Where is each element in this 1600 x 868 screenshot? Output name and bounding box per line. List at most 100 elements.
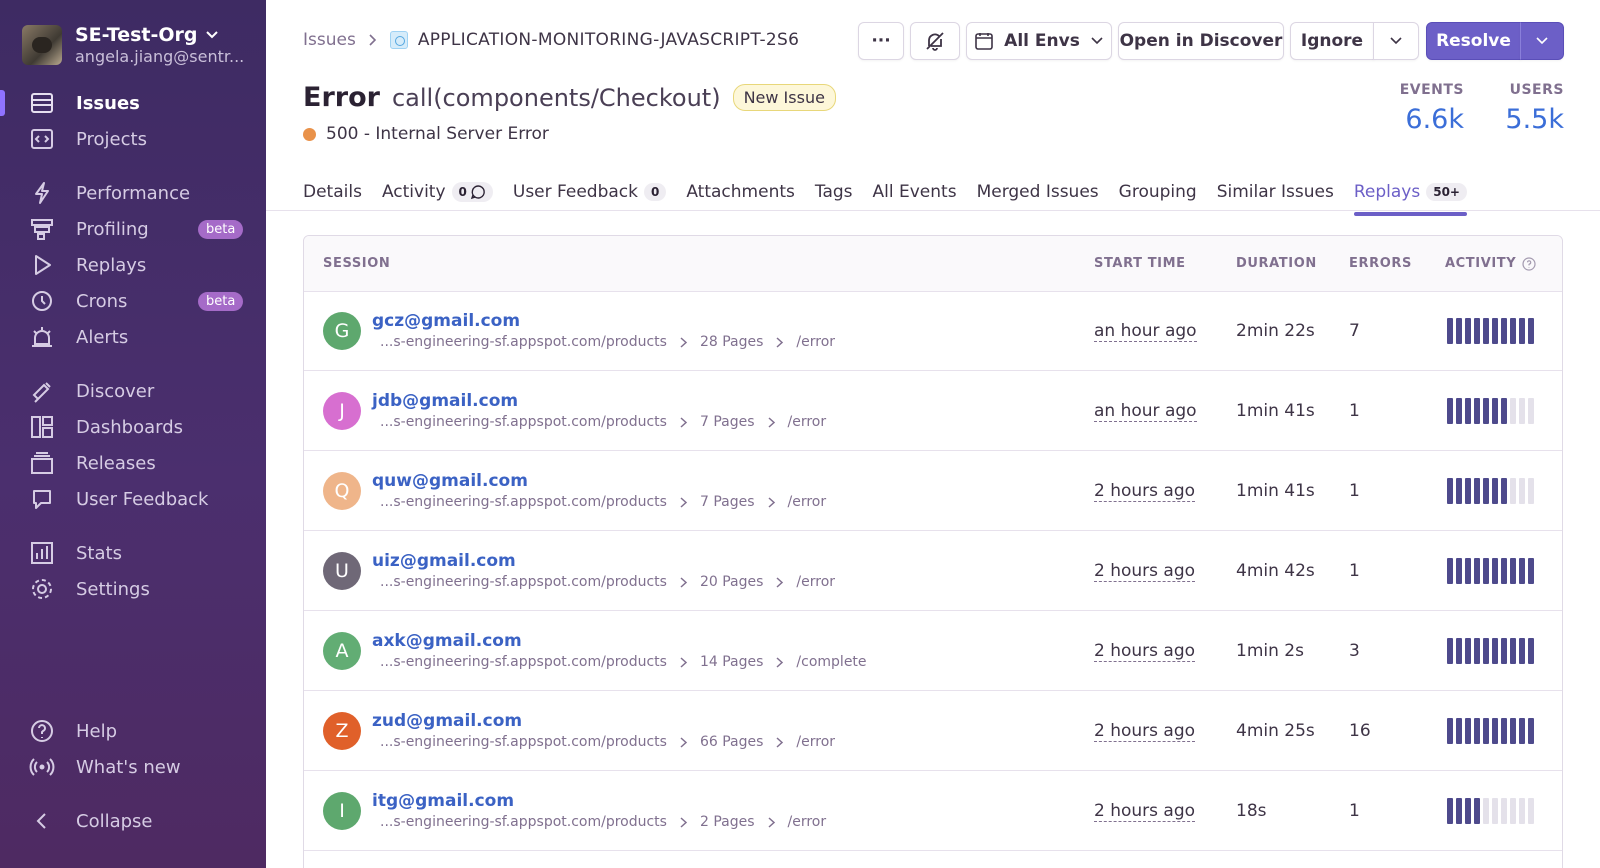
sidebar-item-whats-new[interactable]: What's new — [0, 750, 266, 784]
beta-badge: beta — [198, 292, 244, 311]
start-time[interactable]: 2 hours ago — [1094, 641, 1196, 662]
sidebar-item-label: Settings — [76, 578, 150, 600]
session-email-link[interactable]: itg@gmail.com — [372, 791, 514, 811]
issue-title: Error call(components/Checkout) New Issu… — [303, 82, 836, 113]
sidebar-item-label: Alerts — [76, 326, 129, 348]
column-errors[interactable]: ERRORS — [1349, 256, 1412, 271]
session-email-link[interactable]: zud@gmail.com — [372, 711, 522, 731]
chevron-down-icon — [1535, 36, 1549, 46]
sidebar-item-issues[interactable]: Issues — [0, 86, 266, 120]
collapse-icon — [28, 807, 56, 835]
error-count: 1 — [1349, 481, 1360, 501]
activity-count: 0 — [451, 182, 493, 202]
more-icon: ··· — [871, 31, 891, 51]
activity-bar — [1510, 398, 1516, 424]
info-icon[interactable] — [1522, 256, 1536, 271]
sidebar-item-alerts[interactable]: Alerts — [0, 320, 266, 354]
table-row[interactable]: Iitg@gmail.com ...s-engineering-sf.appspo… — [304, 772, 1562, 851]
start-time[interactable]: 2 hours ago — [1094, 481, 1196, 502]
activity-bar — [1474, 478, 1480, 504]
breadcrumb-issues[interactable]: Issues — [303, 30, 356, 50]
sidebar-item-label: Profiling — [76, 218, 149, 240]
session-email-link[interactable]: uiz@gmail.com — [372, 551, 516, 571]
column-session[interactable]: SESSION — [323, 256, 390, 271]
column-activity[interactable]: ACTIVITY — [1445, 256, 1536, 271]
mute-button[interactable] — [910, 22, 960, 60]
start-time[interactable]: an hour ago — [1094, 321, 1197, 342]
resolve-dropdown-button[interactable] — [1520, 22, 1564, 60]
activity-bar — [1528, 318, 1534, 344]
sidebar-collapse[interactable]: Collapse — [0, 804, 266, 838]
org-switcher[interactable]: SE-Test-Org angela.jiang@sentr... — [22, 24, 245, 66]
activity-bar — [1447, 478, 1453, 504]
table-row[interactable]: Zzud@gmail.com ...s-engineering-sf.appspo… — [304, 692, 1562, 771]
sidebar-item-replays[interactable]: Replays — [0, 248, 266, 282]
duration: 18s — [1236, 801, 1267, 821]
duration: 2min 22s — [1236, 321, 1315, 341]
session-email-link[interactable]: quw@gmail.com — [372, 471, 528, 491]
session-path: ...s-engineering-sf.appspot.com/products… — [380, 574, 835, 590]
column-duration[interactable]: DURATION — [1236, 256, 1317, 271]
column-start-time[interactable]: START TIME — [1094, 256, 1186, 271]
comment-icon — [470, 184, 486, 200]
tab-label: Details — [303, 182, 362, 202]
activity-bar — [1483, 318, 1489, 344]
session-url: ...s-engineering-sf.appspot.com/products — [380, 734, 667, 750]
sidebar-item-stats[interactable]: Stats — [0, 536, 266, 570]
open-in-discover-button[interactable]: Open in Discover — [1118, 22, 1284, 60]
session-last-path: /error — [796, 574, 836, 590]
sidebar-item-user-feedback[interactable]: User Feedback — [0, 482, 266, 516]
tab-attachments[interactable]: Attachments — [686, 172, 795, 212]
table-row[interactable]: Qquw@gmail.com ...s-engineering-sf.appspo… — [304, 452, 1562, 531]
sidebar-item-label: Collapse — [76, 810, 153, 832]
activity-bar — [1465, 638, 1471, 664]
tab-label: Merged Issues — [976, 182, 1099, 202]
activity-meter — [1447, 478, 1534, 504]
sidebar-item-profiling[interactable]: Profiling beta — [0, 212, 266, 246]
start-time[interactable]: an hour ago — [1094, 401, 1197, 422]
tab-merged-issues[interactable]: Merged Issues — [977, 172, 1099, 212]
table-row[interactable]: Uuiz@gmail.com ...s-engineering-sf.appspo… — [304, 532, 1562, 611]
ignore-dropdown-button[interactable] — [1373, 22, 1419, 60]
chevron-down-icon — [205, 30, 219, 40]
activity-bar — [1519, 798, 1525, 824]
sidebar-item-performance[interactable]: Performance — [0, 176, 266, 210]
settings-icon — [28, 575, 56, 603]
error-count: 16 — [1349, 721, 1371, 741]
sidebar-item-label: Crons — [76, 290, 128, 312]
tab-tags[interactable]: Tags — [815, 172, 853, 212]
sidebar-item-projects[interactable]: Projects — [0, 122, 266, 156]
tab-activity[interactable]: Activity 0 — [382, 172, 493, 212]
tab-user-feedback[interactable]: User Feedback 0 — [513, 172, 667, 212]
table-row[interactable]: Aaxk@gmail.com ...s-engineering-sf.appspo… — [304, 612, 1562, 691]
tab-all-events[interactable]: All Events — [873, 172, 957, 212]
start-time[interactable]: 2 hours ago — [1094, 721, 1196, 742]
activity-meter — [1447, 318, 1534, 344]
tab-similar-issues[interactable]: Similar Issues — [1217, 172, 1334, 212]
sidebar-item-releases[interactable]: Releases — [0, 446, 266, 480]
sidebar-item-crons[interactable]: Crons beta — [0, 284, 266, 318]
ignore-button[interactable]: Ignore — [1290, 22, 1374, 60]
sidebar-item-settings[interactable]: Settings — [0, 572, 266, 606]
activity-bar — [1456, 638, 1462, 664]
resolve-button[interactable]: Resolve — [1426, 22, 1521, 60]
tab-details[interactable]: Details — [303, 172, 362, 212]
sidebar-item-dashboards[interactable]: Dashboards — [0, 410, 266, 444]
sidebar-item-discover[interactable]: Discover — [0, 374, 266, 408]
session-email-link[interactable]: jdb@gmail.com — [372, 391, 518, 411]
chevron-right-icon — [679, 336, 688, 349]
start-time[interactable]: 2 hours ago — [1094, 801, 1196, 822]
environment-selector[interactable]: All Envs — [966, 22, 1112, 60]
tab-replays[interactable]: Replays 50+ — [1353, 172, 1468, 216]
more-actions-button[interactable]: ··· — [858, 22, 904, 60]
users-value[interactable]: 5.5k — [1480, 104, 1564, 135]
table-row[interactable]: Ggcz@gmail.com ...s-engineering-sf.appspo… — [304, 292, 1562, 371]
events-value[interactable]: 6.6k — [1376, 104, 1464, 135]
start-time[interactable]: 2 hours ago — [1094, 561, 1196, 582]
tab-grouping[interactable]: Grouping — [1119, 172, 1197, 212]
table-row[interactable]: Jjdb@gmail.com ...s-engineering-sf.appspo… — [304, 372, 1562, 451]
sidebar-item-help[interactable]: Help — [0, 714, 266, 748]
session-email-link[interactable]: axk@gmail.com — [372, 631, 522, 651]
session-email-link[interactable]: gcz@gmail.com — [372, 311, 520, 331]
error-count: 1 — [1349, 401, 1360, 421]
